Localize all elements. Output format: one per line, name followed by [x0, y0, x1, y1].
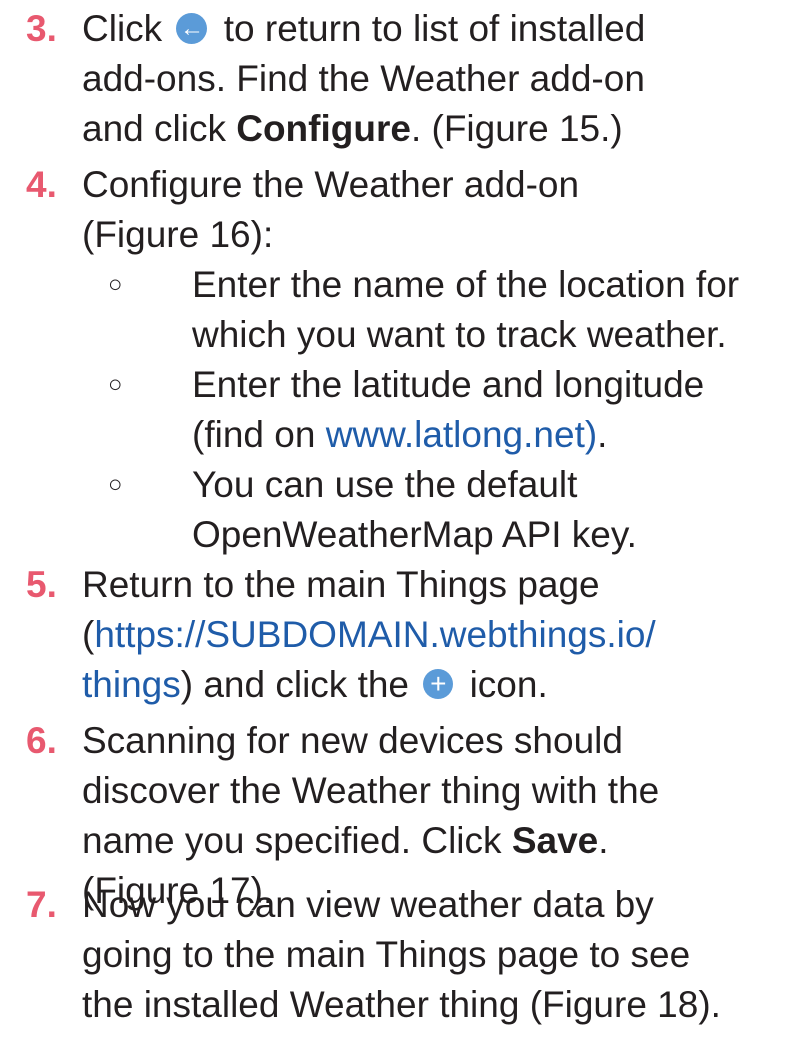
sub-text: Enter the name of the location for — [192, 264, 740, 305]
save-label: Save — [511, 820, 599, 861]
step-text: (Figure 16): — [82, 214, 274, 255]
step-text: icon. — [469, 664, 548, 705]
step-text: the installed Weather thing (Figure 18). — [82, 984, 721, 1025]
sub-text: . — [597, 414, 608, 455]
sub-text: which you want to track weather. — [192, 314, 727, 355]
sub-text: Enter the latitude and longitude — [192, 364, 705, 405]
step-text: discover the Weather thing with the — [82, 770, 660, 811]
bullet-circle: ○ — [108, 471, 123, 498]
step-text: ) and click the — [180, 664, 410, 705]
things-url-link[interactable]: https://SUBDOMAIN.webthings.io/ — [94, 614, 655, 655]
step-text: . — [598, 820, 609, 861]
step-number: 5. — [26, 564, 57, 605]
sub-bullet-item: ○ You can use the default OpenWeatherMap… — [82, 460, 739, 560]
bullet-circle: ○ — [108, 271, 123, 298]
sub-bullet-item: ○ Enter the latitude and longitude (find… — [82, 360, 739, 460]
step-number: 7. — [26, 884, 57, 925]
step-number: 3. — [26, 8, 57, 49]
step-number: 4. — [26, 164, 57, 205]
step-text: going to the main Things page to see — [82, 934, 691, 975]
configure-label: Configure — [236, 108, 411, 149]
latlong-link[interactable]: www.latlong.net) — [326, 414, 597, 455]
step-number: 6. — [26, 720, 57, 761]
step-text: Return to the main Things page — [82, 564, 600, 605]
bullet-circle: ○ — [108, 371, 123, 398]
sub-text: You can use the default — [192, 464, 578, 505]
step-text: Configure the Weather add-on — [82, 164, 580, 205]
sub-bullet-item: ○ Enter the name of the location for whi… — [82, 260, 739, 360]
step-text: Now you can view weather data by — [82, 884, 654, 925]
sub-text: OpenWeatherMap API key. — [192, 514, 637, 555]
step-text: name you specified. Click — [82, 820, 502, 861]
step-text: and click — [82, 108, 226, 149]
step-text: Click — [82, 8, 163, 49]
step-text: to return to list of installed — [223, 8, 646, 49]
instructions-page: 3. Click ← to return to list of installe… — [0, 0, 798, 1044]
step-text: add-ons. Find the Weather add-on — [82, 58, 645, 99]
step-text: ( — [82, 614, 95, 655]
sub-text: (find on — [192, 414, 326, 455]
step-text: . (Figure 15.) — [410, 108, 623, 149]
arrow-left-icon[interactable]: ← — [176, 12, 208, 44]
things-url-link[interactable]: things — [82, 664, 181, 705]
step-text: Scanning for new devices should — [82, 720, 623, 761]
plus-icon[interactable]: + — [423, 669, 454, 700]
